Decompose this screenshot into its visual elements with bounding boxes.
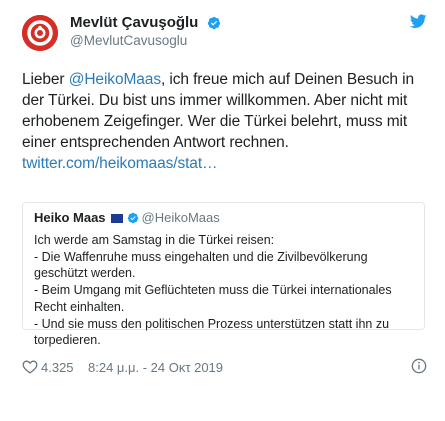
tweet-header: Mevlüt Çavuşoğlu @MevlutCavusoglu	[22, 12, 427, 58]
tweet-footer: 4.325 8:24 μ.μ. - 24 Οκτ 2019	[22, 358, 427, 382]
avatar-logo	[22, 15, 58, 51]
quoted-tweet-line: - Und sie muss den politischen Prozess u…	[34, 316, 390, 348]
eu-flag-icon	[110, 214, 123, 223]
tweet-mention-link[interactable]: @HeikoMaas	[69, 71, 161, 88]
embedded-tweet-card: Mevlüt Çavuşoğlu @MevlutCavusoglu Lieber…	[0, 0, 445, 421]
quoted-tweet-line: - Die Waffenruhe muss eingehalten und di…	[34, 249, 368, 281]
heart-icon[interactable]	[22, 359, 38, 374]
tweet-timestamp[interactable]: 8:24 μ.μ. - 24 Οκτ 2019	[88, 360, 223, 375]
quoted-author-name: Heiko Maas	[34, 210, 106, 225]
avatar[interactable]	[22, 15, 58, 51]
author-names: Mevlüt Çavuşoğlu @MevlutCavusoglu	[70, 14, 221, 48]
twitter-bird-icon[interactable]	[410, 14, 427, 29]
author-handle[interactable]: @MevlutCavusoglu	[70, 33, 221, 48]
quoted-tweet-line: Ich werde am Samstag in die Türkei reise…	[34, 233, 275, 247]
verified-badge-icon	[207, 16, 220, 29]
quoted-tweet-line: - Beim Umgang mit Geflüchteten muss die …	[34, 283, 392, 314]
tweet-text: Lieber @HeikoMaas, ich freue mich auf De…	[22, 69, 427, 174]
quoted-tweet[interactable]: Heiko Maas @HeikoMaas Ich werde am Samst…	[22, 202, 425, 347]
author-display-name[interactable]: Mevlüt Çavuşoğlu	[70, 14, 198, 31]
quoted-author-handle: @HeikoMaas	[141, 210, 220, 225]
tweet-url-link[interactable]: twitter.com/heikomaas/stat…	[22, 155, 218, 172]
quoted-tweet-body: Ich werde am Samstag in die Türkei reise…	[34, 232, 414, 349]
verified-badge-icon	[127, 212, 138, 224]
info-icon[interactable]	[411, 358, 427, 374]
tweet-text-intro: Lieber	[22, 71, 69, 88]
like-count[interactable]: 4.325	[41, 360, 74, 375]
quoted-tweet-header: Heiko Maas @HeikoMaas	[34, 210, 220, 225]
